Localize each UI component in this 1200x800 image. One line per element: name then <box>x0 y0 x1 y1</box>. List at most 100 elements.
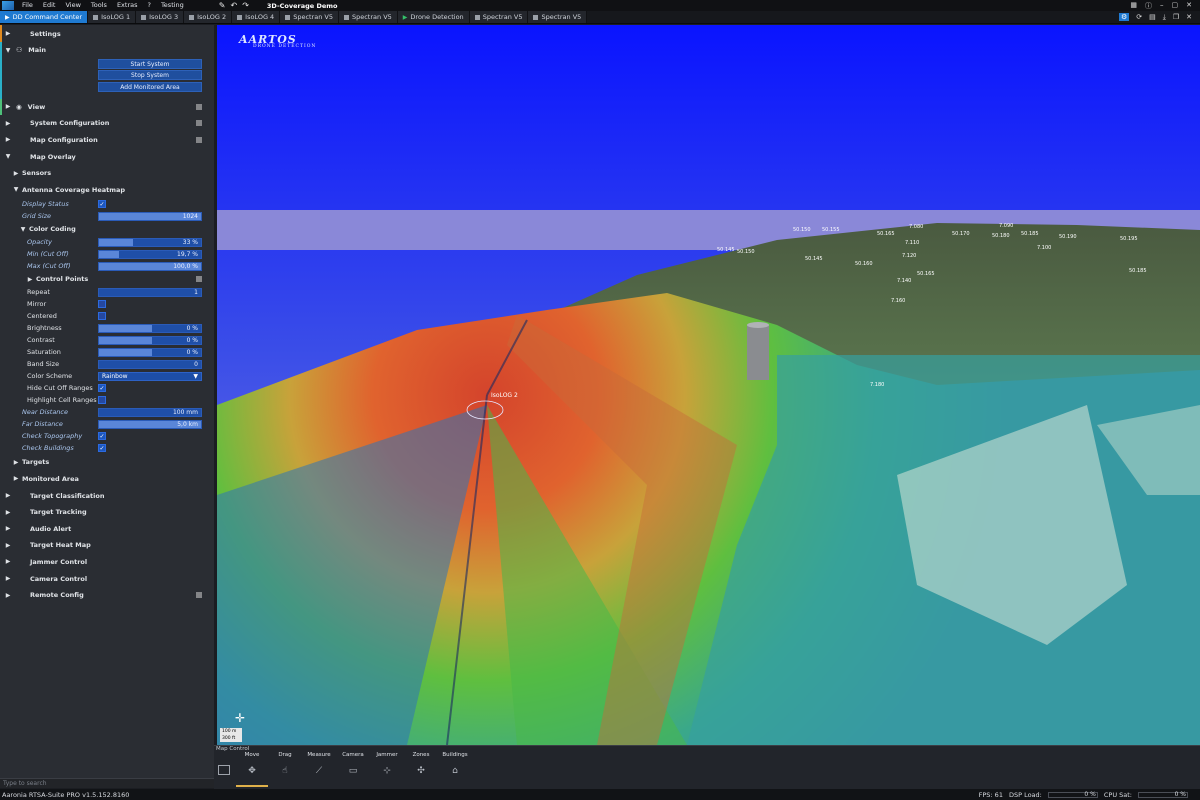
stop-system-button[interactable]: Stop System <box>98 70 202 81</box>
contrast-slider[interactable]: 0 % <box>98 335 202 345</box>
expand-arrow-icon[interactable]: ▶ <box>4 592 12 599</box>
collapse-arrow-icon[interactable]: ▼ <box>19 226 27 233</box>
expand-arrow-icon[interactable]: ▶ <box>4 103 12 110</box>
compass-icon[interactable]: ✛ <box>230 708 250 728</box>
expand-arrow-icon[interactable]: ▶ <box>4 492 12 499</box>
group-antenna-heatmap[interactable]: ▼ Antenna Coverage Heatmap <box>0 181 214 198</box>
map-icon[interactable] <box>218 765 230 775</box>
tool-drag[interactable]: Drag ☝ <box>269 752 301 776</box>
tab-isolog-1[interactable]: IsoLOG 1 <box>88 11 137 23</box>
start-system-button[interactable]: Start System <box>98 58 202 69</box>
mirror-checkbox[interactable]: ✓ <box>98 300 106 309</box>
expand-arrow-icon[interactable]: ▶ <box>4 30 12 37</box>
add-monitored-area-button[interactable]: Add Monitored Area <box>98 81 202 92</box>
repeat-field[interactable]: 1 <box>98 287 202 297</box>
expand-arrow-icon[interactable]: ▶ <box>4 509 12 516</box>
collapse-arrow-icon[interactable]: ▼ <box>4 47 12 54</box>
menu-view[interactable]: View <box>60 0 85 11</box>
menu-icon[interactable] <box>196 120 202 126</box>
brightness-slider[interactable]: 0 % <box>98 323 202 333</box>
menu-icon[interactable] <box>196 276 202 282</box>
highlight-cells-checkbox[interactable]: ✓ <box>98 396 106 405</box>
section-target-heat-map[interactable]: ▶ Target Heat Map <box>0 537 214 554</box>
tab-spectran-v5-2[interactable]: Spectran V5 <box>338 11 398 23</box>
refresh-icon[interactable]: ⟳ <box>1136 13 1142 21</box>
grid-size-field[interactable]: 1024 <box>98 211 202 221</box>
undo-icon[interactable]: ↶ <box>231 1 238 10</box>
section-map-overlay[interactable]: ▼ Map Overlay <box>0 148 214 165</box>
window-icon[interactable]: ❐ <box>1173 13 1179 21</box>
expand-arrow-icon[interactable]: ▶ <box>12 459 20 466</box>
maximize-icon[interactable]: ▢ <box>1172 1 1179 11</box>
tab-spectran-v5-1[interactable]: Spectran V5 <box>280 11 339 23</box>
panel-search-input[interactable]: Type to search <box>0 778 214 788</box>
tool-jammer[interactable]: Jammer ⊹ <box>371 752 403 776</box>
tool-buildings[interactable]: Buildings ⌂ <box>439 752 471 776</box>
redo-icon[interactable]: ↷ <box>242 1 249 10</box>
near-distance-field[interactable]: 100 mm <box>98 407 202 417</box>
grid-icon[interactable]: ▦ <box>1130 1 1137 11</box>
expand-arrow-icon[interactable]: ▶ <box>4 542 12 549</box>
tab-spectran-v5-3[interactable]: Spectran V5 <box>469 11 529 23</box>
section-view[interactable]: ▶ ◉ View <box>0 98 214 116</box>
tab-drone-detection[interactable]: ▶ Drone Detection <box>397 11 470 23</box>
section-target-tracking[interactable]: ▶ Target Tracking <box>0 504 214 521</box>
menu-testing[interactable]: Testing <box>156 0 189 11</box>
max-cut-off-slider[interactable]: 100,0 % <box>98 261 202 271</box>
section-target-classification[interactable]: ▶ Target Classification <box>0 487 214 504</box>
color-scheme-select[interactable]: Rainbow ▼ <box>98 371 202 381</box>
menu-icon[interactable] <box>196 104 202 110</box>
section-audio-alert[interactable]: ▶ Audio Alert <box>0 520 214 537</box>
min-cut-off-slider[interactable]: 19,7 % <box>98 249 202 259</box>
expand-arrow-icon[interactable]: ▶ <box>12 475 20 482</box>
menu-icon[interactable] <box>196 592 202 598</box>
minimize-icon[interactable]: – <box>1160 1 1164 11</box>
group-targets[interactable]: ▶ Targets <box>0 454 214 471</box>
menu-file[interactable]: File <box>17 0 38 11</box>
expand-arrow-icon[interactable]: ▶ <box>4 575 12 582</box>
tab-isolog-2[interactable]: IsoLOG 2 <box>184 11 233 23</box>
section-main[interactable]: ▼ ⚇ Main <box>0 42 214 112</box>
download-icon[interactable]: ⤓ <box>1163 13 1166 22</box>
saturation-slider[interactable]: 0 % <box>98 347 202 357</box>
expand-arrow-icon[interactable]: ▶ <box>4 136 12 143</box>
close-tab-icon[interactable]: ✕ <box>1186 13 1192 21</box>
layout-icon[interactable]: ▤ <box>1149 13 1156 21</box>
pencil-icon[interactable]: ✎ <box>219 1 226 10</box>
group-sensors[interactable]: ▶ Sensors <box>0 165 214 182</box>
expand-arrow-icon[interactable]: ▶ <box>26 276 34 283</box>
collapse-arrow-icon[interactable]: ▼ <box>12 186 20 193</box>
hide-cut-off-checkbox[interactable]: ✓ <box>98 384 106 393</box>
tool-camera[interactable]: Camera ▭ <box>337 752 369 776</box>
group-control-points[interactable]: ▶ Control Points <box>0 272 214 286</box>
section-camera-control[interactable]: ▶ Camera Control <box>0 570 214 587</box>
band-size-field[interactable]: 0 <box>98 359 202 369</box>
section-system-configuration[interactable]: ▶ System Configuration <box>0 115 214 132</box>
section-jammer-control[interactable]: ▶ Jammer Control <box>0 554 214 571</box>
expand-arrow-icon[interactable]: ▶ <box>4 120 12 127</box>
gear-icon[interactable]: ⚙ <box>1118 13 1130 21</box>
opacity-slider[interactable]: 33 % <box>98 237 202 247</box>
check-buildings-checkbox[interactable]: ✓ <box>98 444 106 453</box>
tab-dd-command-center[interactable]: ▶ DD Command Center <box>0 11 89 23</box>
group-color-coding[interactable]: ▼ Color Coding <box>0 222 214 236</box>
group-monitored-area[interactable]: ▶ Monitored Area <box>0 471 214 488</box>
collapse-arrow-icon[interactable]: ▼ <box>4 153 12 160</box>
tab-isolog-3[interactable]: IsoLOG 3 <box>136 11 185 23</box>
section-remote-config[interactable]: ▶ Remote Config <box>0 587 214 604</box>
menu-tools[interactable]: Tools <box>86 0 112 11</box>
menu-edit[interactable]: Edit <box>38 0 61 11</box>
tab-spectran-v5-4[interactable]: Spectran V5 <box>528 11 588 23</box>
section-map-configuration[interactable]: ▶ Map Configuration <box>0 132 214 149</box>
expand-arrow-icon[interactable]: ▶ <box>4 558 12 565</box>
check-topography-checkbox[interactable]: ✓ <box>98 432 106 441</box>
menu-extras[interactable]: Extras <box>112 0 143 11</box>
map-3d-view[interactable]: 50.145 50.150 50.150 50.155 50.165 50.17… <box>217 25 1200 745</box>
tool-zones[interactable]: Zones ✣ <box>405 752 437 776</box>
info-icon[interactable]: ⓘ <box>1145 1 1152 11</box>
centered-checkbox[interactable]: ✓ <box>98 312 106 321</box>
tool-move[interactable]: Move ✥ <box>236 752 268 787</box>
expand-arrow-icon[interactable]: ▶ <box>4 525 12 532</box>
tab-isolog-4[interactable]: IsoLOG 4 <box>232 11 281 23</box>
display-status-checkbox[interactable]: ✓ <box>98 200 106 209</box>
